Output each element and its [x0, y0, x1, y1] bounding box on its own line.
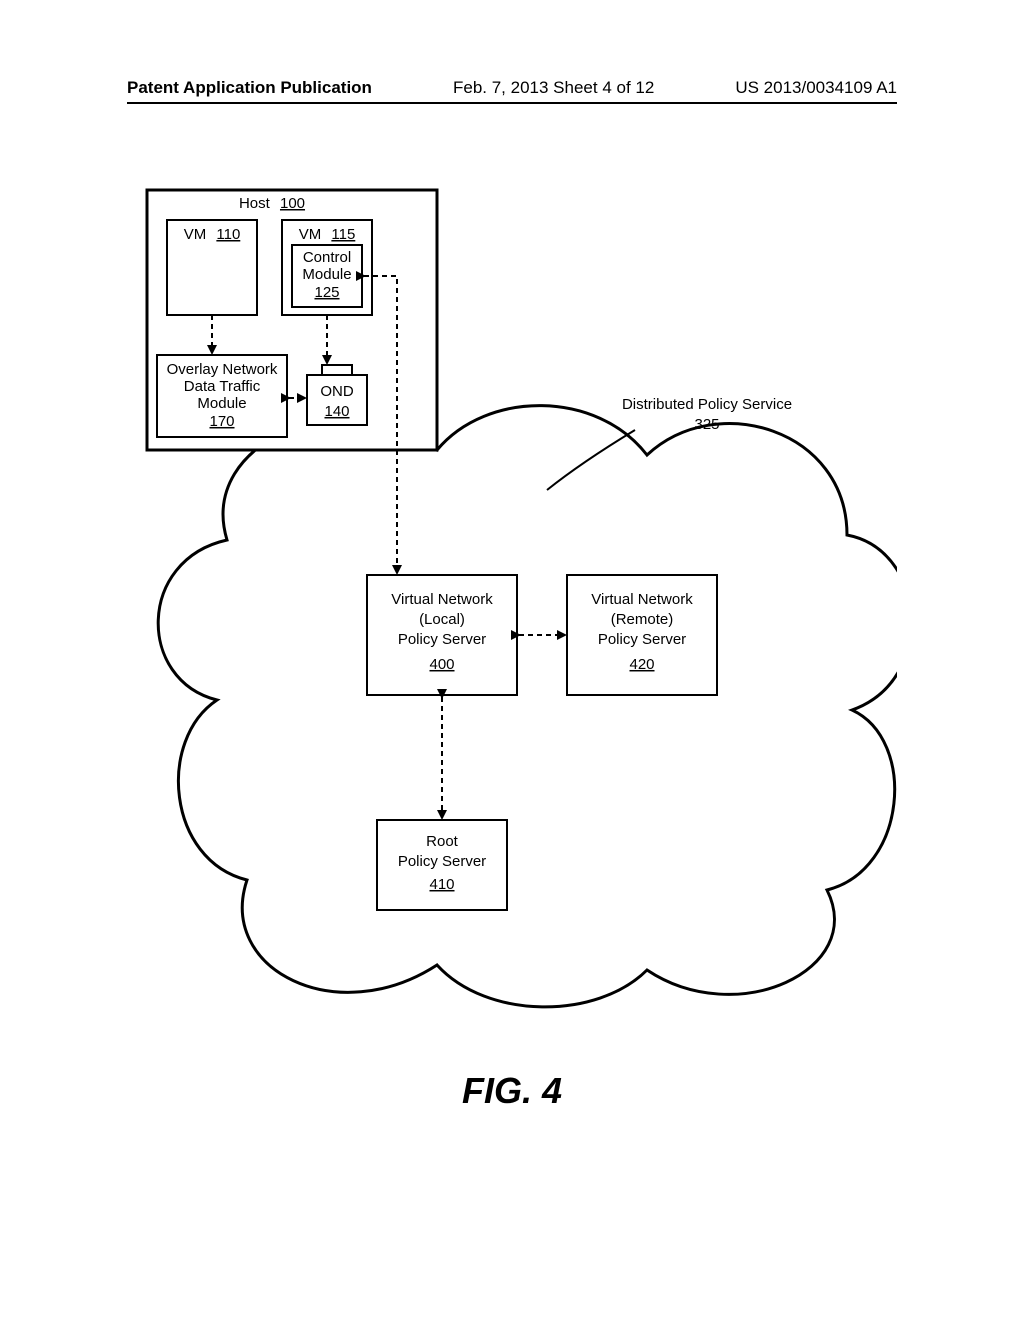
- header-mid: Feb. 7, 2013 Sheet 4 of 12: [453, 78, 654, 98]
- figure-diagram: Host 100 VM 110 VM 115 Control Module 12…: [127, 180, 897, 1010]
- vn-remote-l1: Virtual Network: [591, 591, 693, 608]
- vm-110-box: [167, 220, 257, 315]
- control-module-ref: 125: [314, 284, 339, 301]
- vn-local-l3: Policy Server: [398, 631, 486, 648]
- header-left: Patent Application Publication: [127, 78, 372, 98]
- header-rule: [127, 102, 897, 104]
- overlay-l2: Data Traffic: [184, 378, 261, 395]
- control-module-l1: Control: [303, 249, 351, 266]
- overlay-l1: Overlay Network: [167, 361, 278, 378]
- figure-caption: FIG. 4: [0, 1070, 1024, 1112]
- root-l1: Root: [426, 833, 459, 850]
- overlay-ref: 170: [209, 413, 234, 430]
- vn-local-ref: 400: [429, 656, 454, 673]
- patent-header: Patent Application Publication Feb. 7, 2…: [0, 78, 1024, 98]
- vn-remote-l3: Policy Server: [598, 631, 686, 648]
- header-right: US 2013/0034109 A1: [735, 78, 897, 98]
- ond-title: OND: [320, 383, 354, 400]
- vn-remote-ref: 420: [629, 656, 654, 673]
- ond-notch: [322, 365, 352, 375]
- root-ref: 410: [429, 876, 454, 893]
- vn-local-l1: Virtual Network: [391, 591, 493, 608]
- ond-ref: 140: [324, 403, 349, 420]
- control-module-l2: Module: [302, 266, 351, 283]
- overlay-l3: Module: [197, 395, 246, 412]
- vn-local-l2: (Local): [419, 611, 465, 628]
- host-title: Host 100: [239, 195, 305, 212]
- cloud-outline: [158, 406, 897, 1007]
- dps-label-l1: Distributed Policy Service: [622, 396, 792, 413]
- vn-remote-l2: (Remote): [611, 611, 674, 628]
- root-l2: Policy Server: [398, 853, 486, 870]
- dps-leader: [547, 430, 635, 490]
- dps-label-l2: 325: [694, 416, 719, 433]
